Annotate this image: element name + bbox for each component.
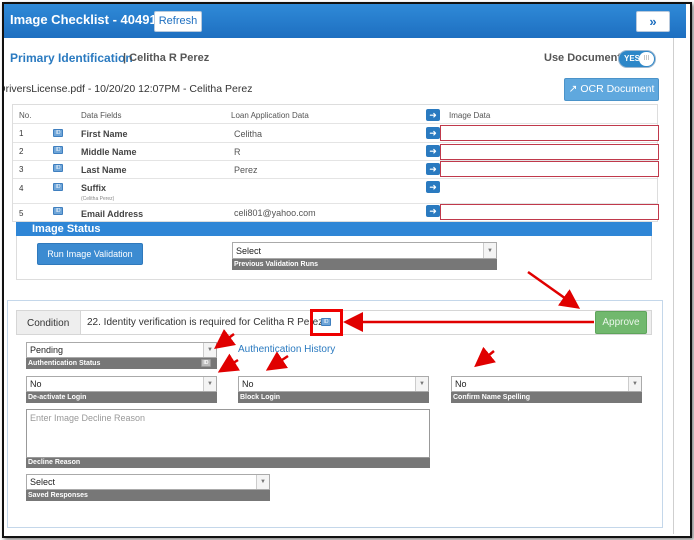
annotation-arrow bbox=[527, 270, 581, 309]
annotation-arrow bbox=[265, 351, 289, 371]
annotation-arrows bbox=[214, 270, 594, 373]
annotation-arrow bbox=[214, 329, 236, 349]
annotation-arrow bbox=[217, 353, 241, 373]
window-frame: Image Checklist - 404917 Refresh » Prima… bbox=[2, 2, 692, 538]
annotation-arrow bbox=[474, 346, 496, 368]
